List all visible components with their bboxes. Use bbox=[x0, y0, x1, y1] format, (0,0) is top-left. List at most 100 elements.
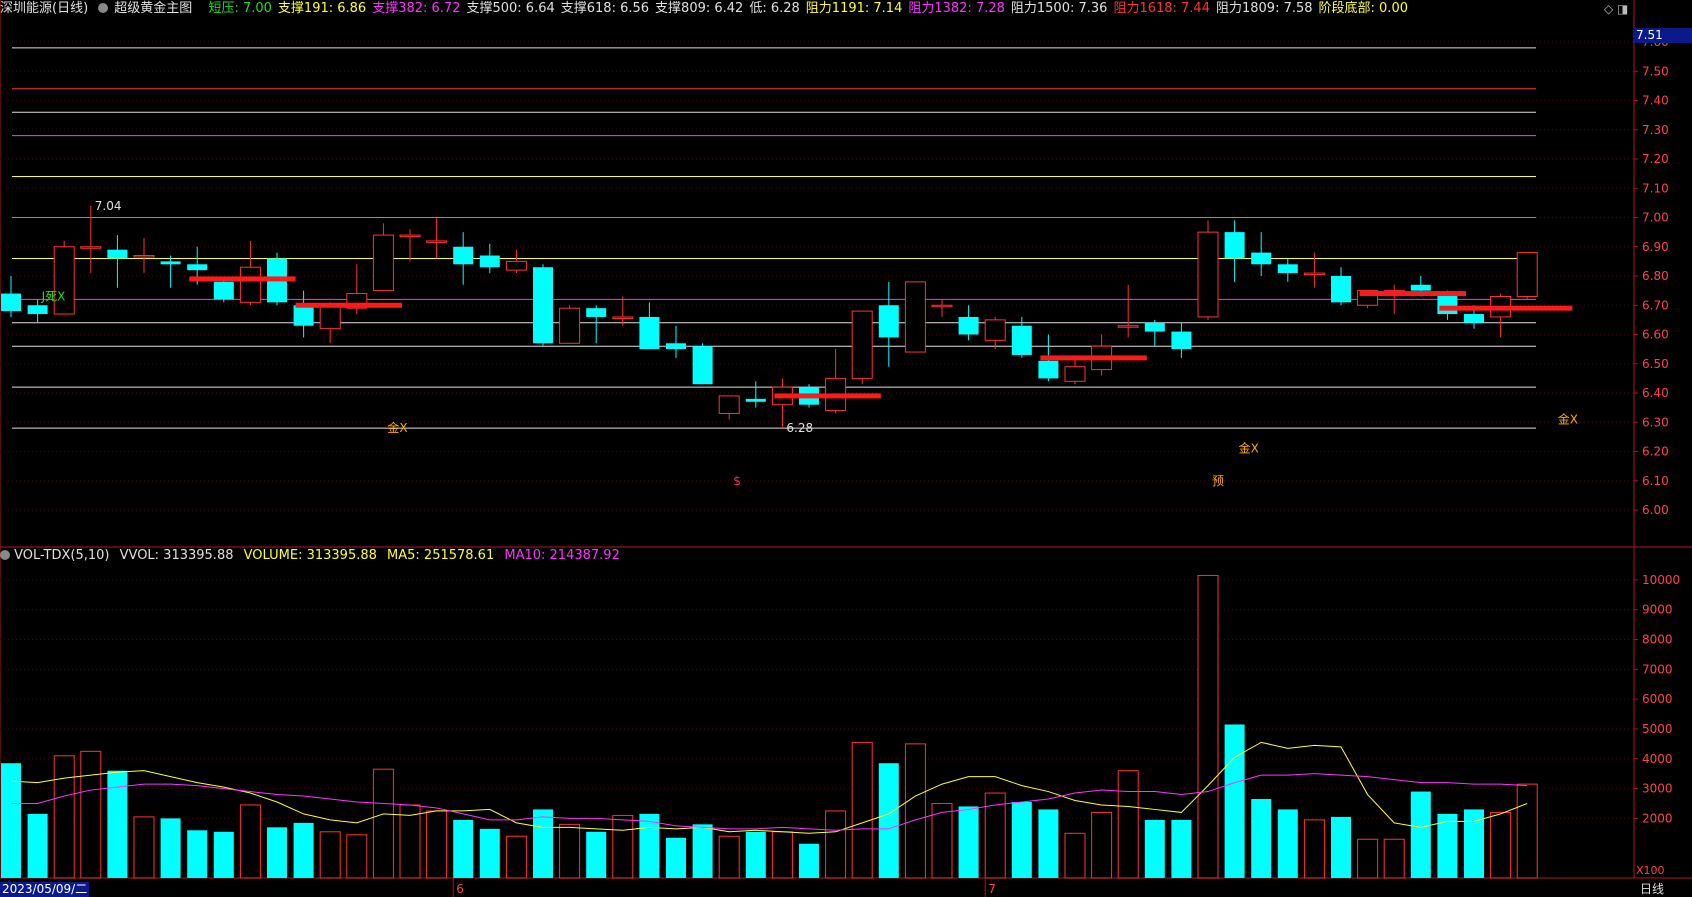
volume-bar[interactable] bbox=[559, 823, 581, 879]
stock-chart[interactable]: 7.046.28J死X金X金X金X$预 7.607.507.407.307.20… bbox=[0, 0, 1692, 897]
candle[interactable] bbox=[293, 290, 314, 338]
candle[interactable] bbox=[639, 302, 660, 350]
candle[interactable] bbox=[1144, 319, 1165, 347]
candle[interactable] bbox=[958, 305, 979, 341]
volume-bar[interactable] bbox=[239, 804, 261, 879]
volume-bar[interactable] bbox=[453, 819, 474, 878]
volume-bar[interactable] bbox=[1011, 801, 1032, 878]
candle[interactable] bbox=[533, 264, 553, 347]
window-control-icons[interactable]: ◇ ◨ bbox=[1604, 2, 1628, 16]
volume-bar[interactable] bbox=[1357, 838, 1379, 879]
candle[interactable] bbox=[931, 299, 953, 317]
volume-bars[interactable] bbox=[1, 574, 1538, 879]
candlestick-series[interactable] bbox=[1, 205, 1538, 429]
candle[interactable] bbox=[453, 232, 474, 285]
volume-bar[interactable] bbox=[53, 755, 75, 879]
volume-bar[interactable] bbox=[533, 809, 553, 878]
candle[interactable] bbox=[213, 278, 234, 303]
volume-bar[interactable] bbox=[1224, 724, 1245, 878]
volume-bar[interactable] bbox=[399, 804, 421, 879]
volume-bar[interactable] bbox=[639, 813, 660, 878]
candle[interactable] bbox=[904, 281, 926, 353]
volume-bar[interactable] bbox=[1064, 832, 1086, 879]
volume-bar[interactable] bbox=[213, 831, 234, 878]
volume-bar[interactable] bbox=[187, 830, 208, 878]
volume-bar[interactable] bbox=[1038, 809, 1059, 878]
volume-bar[interactable] bbox=[586, 831, 607, 878]
volume-bar[interactable] bbox=[666, 837, 686, 878]
candle[interactable] bbox=[851, 310, 873, 385]
volume-bar[interactable] bbox=[612, 814, 634, 879]
candle[interactable] bbox=[1171, 322, 1192, 358]
volume-bar[interactable] bbox=[904, 743, 926, 879]
candle[interactable] bbox=[399, 229, 421, 262]
candle[interactable] bbox=[1, 276, 21, 317]
volume-bar[interactable] bbox=[372, 768, 394, 879]
vol-indicator-name[interactable]: VOL-TDX(5,10) bbox=[14, 548, 109, 563]
volume-bar[interactable] bbox=[1410, 791, 1431, 878]
candle[interactable] bbox=[666, 325, 686, 358]
volume-bar[interactable] bbox=[825, 810, 847, 879]
volume-bar[interactable] bbox=[133, 816, 155, 879]
volume-bar[interactable] bbox=[1516, 783, 1538, 879]
candle[interactable] bbox=[80, 205, 102, 274]
volume-bar[interactable] bbox=[1331, 816, 1351, 878]
candle[interactable] bbox=[1197, 220, 1219, 320]
volume-bar[interactable] bbox=[1277, 809, 1298, 878]
candle[interactable] bbox=[426, 217, 448, 259]
candle[interactable] bbox=[133, 237, 155, 274]
candle[interactable] bbox=[319, 302, 341, 344]
volume-bar[interactable] bbox=[319, 831, 341, 879]
candle[interactable] bbox=[984, 316, 1006, 350]
candle[interactable] bbox=[1091, 334, 1113, 376]
volume-bar[interactable] bbox=[1383, 838, 1405, 879]
candle[interactable] bbox=[878, 281, 899, 367]
volume-bar[interactable] bbox=[851, 741, 873, 879]
volume-bar[interactable] bbox=[1197, 574, 1219, 879]
volume-bar[interactable] bbox=[479, 828, 500, 878]
volume-bar[interactable] bbox=[1251, 799, 1272, 878]
candle[interactable] bbox=[1277, 258, 1298, 282]
candle[interactable] bbox=[1117, 284, 1139, 338]
candle[interactable] bbox=[1224, 220, 1245, 282]
candle[interactable] bbox=[692, 343, 713, 385]
volume-bar[interactable] bbox=[505, 835, 527, 879]
volume-bar[interactable] bbox=[1171, 819, 1192, 878]
candle[interactable] bbox=[239, 240, 261, 306]
volume-bar[interactable] bbox=[1144, 819, 1165, 878]
volume-bar[interactable] bbox=[426, 810, 448, 879]
dropdown-icon[interactable] bbox=[0, 549, 10, 560]
volume-bar[interactable] bbox=[799, 843, 819, 878]
volume-bar[interactable] bbox=[1490, 811, 1512, 879]
volume-bar[interactable] bbox=[1117, 770, 1139, 879]
volume-bar[interactable] bbox=[1437, 813, 1458, 878]
volume-bar[interactable] bbox=[745, 831, 766, 878]
volume-bar[interactable] bbox=[80, 750, 102, 879]
volume-bar[interactable] bbox=[1, 763, 21, 878]
candle[interactable] bbox=[745, 381, 766, 408]
volume-bar[interactable] bbox=[160, 818, 181, 878]
candle[interactable] bbox=[479, 243, 500, 274]
candle[interactable] bbox=[586, 305, 607, 344]
volume-bar[interactable] bbox=[267, 827, 287, 878]
candle[interactable] bbox=[718, 395, 740, 420]
volume-bar[interactable] bbox=[958, 806, 979, 878]
candle[interactable] bbox=[559, 305, 581, 344]
candle[interactable] bbox=[505, 249, 527, 274]
candle[interactable] bbox=[1064, 357, 1086, 385]
candle[interactable] bbox=[1516, 252, 1538, 300]
volume-bar[interactable] bbox=[1303, 819, 1325, 879]
candle[interactable] bbox=[612, 296, 634, 326]
candle[interactable] bbox=[1331, 267, 1351, 306]
candle[interactable] bbox=[160, 255, 181, 288]
indicator-name[interactable]: 超级黄金主图 bbox=[98, 1, 198, 16]
candle[interactable] bbox=[372, 223, 394, 292]
candle[interactable] bbox=[107, 235, 128, 288]
volume-bar[interactable] bbox=[27, 813, 48, 878]
volume-bar[interactable] bbox=[771, 831, 793, 879]
candle[interactable] bbox=[1303, 252, 1325, 288]
volume-bar[interactable] bbox=[692, 824, 713, 878]
volume-bar[interactable] bbox=[878, 763, 899, 878]
volume-bar[interactable] bbox=[718, 835, 740, 879]
volume-bar[interactable] bbox=[1091, 811, 1113, 879]
